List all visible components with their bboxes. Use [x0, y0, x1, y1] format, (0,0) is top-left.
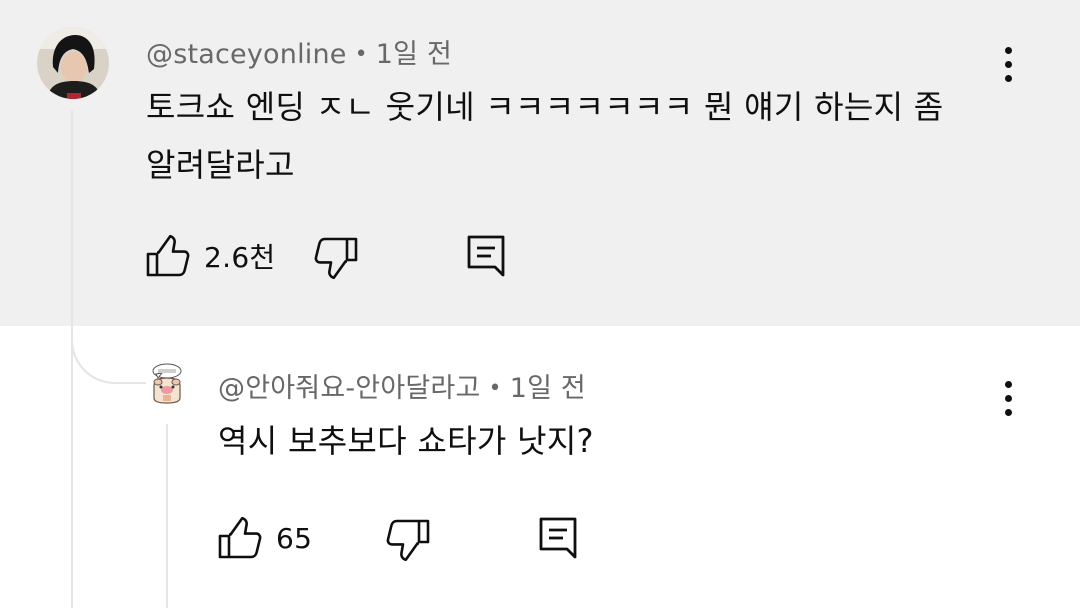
- reply-meta: @안아줘요-안아달라고 • 1일 전: [218, 366, 586, 405]
- meta-separator: •: [354, 42, 368, 67]
- more-vert-icon: [1004, 380, 1012, 388]
- reply-reply-button[interactable]: [538, 516, 578, 560]
- comment-time: 1일 전: [375, 39, 453, 70]
- more-vert-icon: [1004, 46, 1012, 54]
- like-button[interactable]: 2.6천: [146, 234, 276, 278]
- thumbs-down-icon: [314, 237, 358, 280]
- thumbs-down-icon: [386, 519, 430, 562]
- reply-text: 역시 보추보다 쇼타가 낫지?: [218, 412, 594, 470]
- thumbs-up-icon: [218, 516, 262, 559]
- dislike-button[interactable]: [314, 236, 358, 280]
- avatar-image: [37, 27, 109, 99]
- meta-separator: •: [488, 376, 502, 401]
- reply-like-count: 65: [276, 521, 313, 555]
- reply-icon: [539, 517, 577, 559]
- like-count: 2.6천: [204, 241, 276, 274]
- reply-avatar-image: [146, 362, 188, 404]
- comment-text-line: 토크쇼 엔딩 ㅈㄴ 웃기네 ㅋㅋㅋㅋㅋㅋㅋ 뭔 얘기 하는지 좀: [146, 88, 944, 126]
- reply-like-button[interactable]: 65: [218, 516, 312, 560]
- reply-author[interactable]: @안아줘요-안아달라고: [218, 373, 481, 404]
- reply-dislike-button[interactable]: [386, 518, 430, 562]
- thread-connector: [71, 300, 147, 384]
- reply-avatar[interactable]: [146, 362, 188, 404]
- thread-line: [71, 110, 73, 608]
- comment-text-line: 알려달라고: [146, 146, 295, 184]
- reply-more-options-button[interactable]: [988, 370, 1028, 426]
- reply-text-line: 역시 보추보다 쇼타가 낫지?: [218, 422, 594, 460]
- comments-screen: @staceyonline • 1일 전 토크쇼 엔딩 ㅈㄴ 웃기네 ㅋㅋㅋㅋㅋㅋㅋ…: [0, 0, 1080, 608]
- avatar[interactable]: [37, 27, 109, 99]
- comment-text: 토크쇼 엔딩 ㅈㄴ 웃기네 ㅋㅋㅋㅋㅋㅋㅋ 뭔 얘기 하는지 좀 알려달라고: [146, 78, 944, 194]
- reply-button[interactable]: [466, 234, 506, 278]
- reply-icon: [467, 235, 505, 277]
- comment-author[interactable]: @staceyonline: [146, 39, 347, 70]
- reply-thread-line: [166, 424, 168, 608]
- reply-time: 1일 전: [509, 373, 586, 404]
- thumbs-up-icon: [146, 234, 190, 277]
- more-options-button[interactable]: [988, 36, 1028, 92]
- comment-meta: @staceyonline • 1일 전: [146, 32, 452, 71]
